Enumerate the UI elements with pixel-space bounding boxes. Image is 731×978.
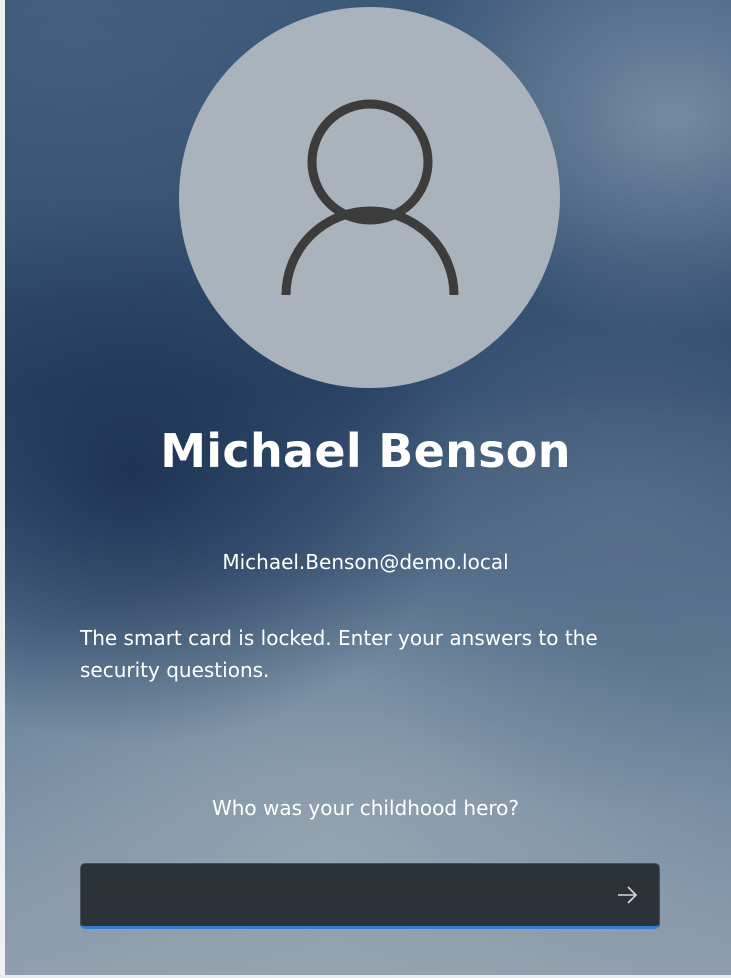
arrow-right-icon [618,886,638,904]
user-email: Michael.Benson@demo.local [222,550,509,574]
user-silhouette-icon [281,99,459,296]
answer-input[interactable] [95,864,599,928]
lock-message: The smart card is locked. Enter your ans… [80,626,598,682]
user-avatar [179,7,560,388]
user-name: Michael Benson [160,424,571,478]
security-question-label: Who was your childhood hero? [211,796,520,820]
submit-button[interactable] [609,877,645,913]
window-frame-left [0,0,5,978]
answer-field[interactable] [80,863,660,929]
